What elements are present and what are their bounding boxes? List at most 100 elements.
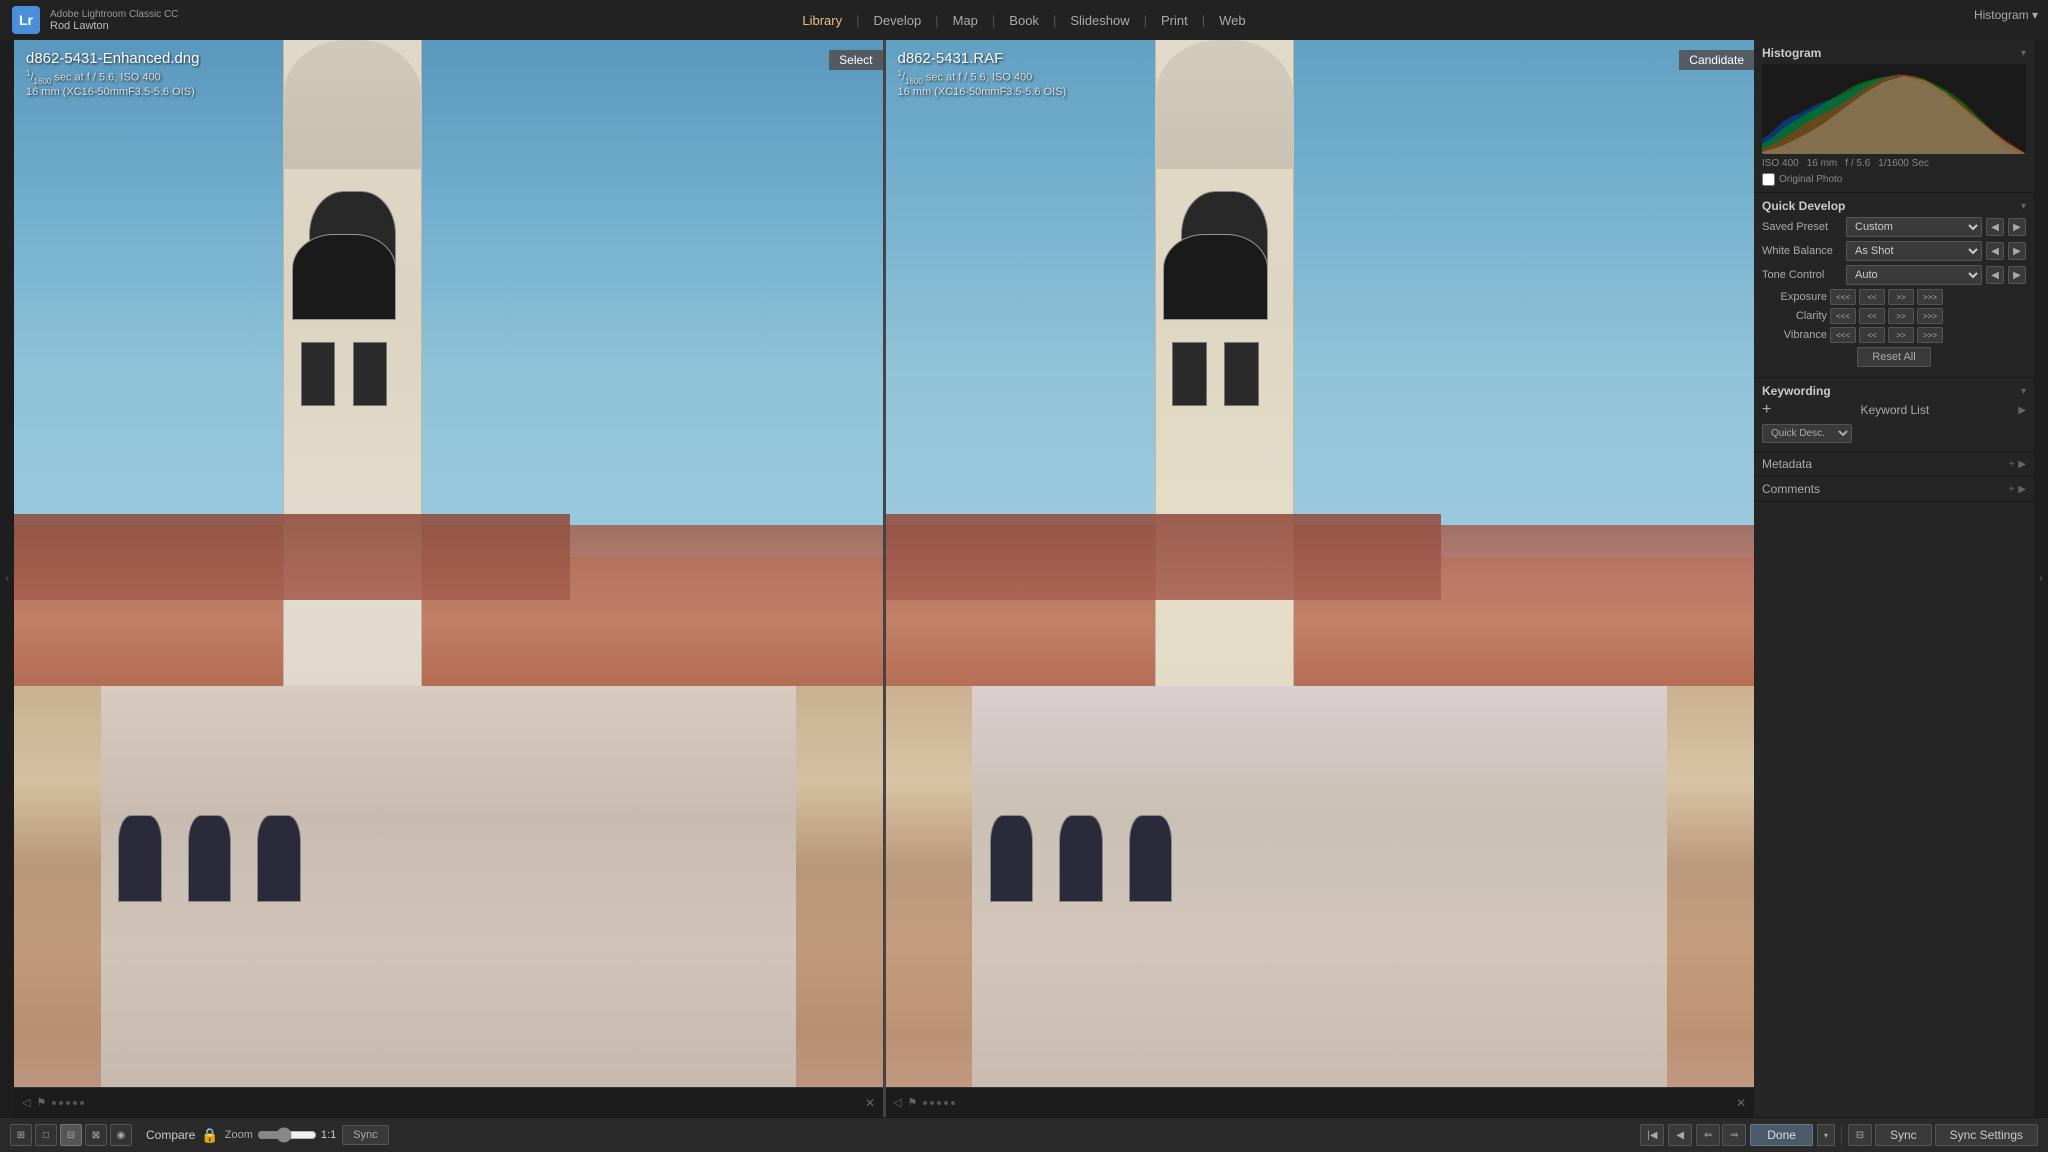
tone-control-select[interactable]: Auto <box>1846 265 1982 285</box>
clarity-increase-small[interactable]: >> <box>1888 308 1914 324</box>
metadata-arrow: ▶ <box>2018 459 2026 470</box>
right-strip-left-arrow[interactable]: ◁ <box>893 1096 901 1109</box>
right-photo-meta: 1/1600 sec at f / 5.6, ISO 400 <box>898 69 1067 86</box>
sync-panel-controls: ⊟ Sync Sync Settings <box>1848 1124 2038 1146</box>
left-panel-close[interactable]: ✕ <box>865 1096 875 1110</box>
right-panel-close[interactable]: ✕ <box>1736 1096 1746 1110</box>
left-strip-left-arrow[interactable]: ◁ <box>22 1096 30 1109</box>
left-filmstrip-bar: ◁ ⚑ ✕ <box>14 1087 883 1117</box>
quick-develop-header[interactable]: Quick Develop ▾ <box>1762 199 2026 213</box>
hist-shutter: 1/1600 Sec <box>1878 158 1929 169</box>
right-photo-label: d862-5431.RAF 1/1600 sec at f / 5.6, ISO… <box>898 50 1067 98</box>
vibrance-increase-small[interactable]: >> <box>1888 327 1914 343</box>
nav-book[interactable]: Book <box>995 9 1053 32</box>
histogram-meta: ISO 400 16 mm f / 5.6 1/1600 Sec <box>1762 158 2026 169</box>
sync-panel-icon[interactable]: ⊟ <box>1848 1124 1872 1146</box>
zoom-slider[interactable] <box>257 1127 317 1143</box>
vibrance-increase-large[interactable]: >>> <box>1917 327 1943 343</box>
vibrance-label: Vibrance <box>1762 329 1827 341</box>
vibrance-decrease-large[interactable]: <<< <box>1830 327 1856 343</box>
saved-preset-next[interactable]: ▶ <box>2008 218 2026 236</box>
left-panel-collapse[interactable]: ‹ <box>0 40 14 1117</box>
main-layout: ‹ <box>0 40 2048 1117</box>
clarity-decrease-large[interactable]: <<< <box>1830 308 1856 324</box>
swap-left-button[interactable]: ⇐ <box>1696 1124 1720 1146</box>
white-balance-row: White Balance As Shot ◀ ▶ <box>1762 241 2026 261</box>
right-photo-filename: d862-5431.RAF <box>898 50 1067 67</box>
metadata-row[interactable]: Metadata + ▶ <box>1754 452 2034 477</box>
zoom-label: Zoom <box>225 1129 253 1141</box>
quick-develop-section: Quick Develop ▾ Saved Preset Custom ◀ ▶ … <box>1754 193 2034 378</box>
view-mode-buttons: ⊞ □ ⊟ ⊠ ◉ <box>10 1124 132 1146</box>
original-photo-checkbox[interactable] <box>1762 173 1775 186</box>
comments-toggle: + <box>2008 484 2014 495</box>
exposure-decrease-small[interactable]: << <box>1859 289 1885 305</box>
keyword-list-row: + Keyword List ▶ <box>1762 402 2026 418</box>
comments-row[interactable]: Comments + ▶ <box>1754 477 2034 502</box>
hist-focal: 16 mm <box>1807 158 1838 169</box>
sync-panel-button[interactable]: Sync <box>1875 1124 1932 1146</box>
comments-arrow: ▶ <box>2018 484 2026 495</box>
exposure-increase-small[interactable]: >> <box>1888 289 1914 305</box>
clarity-increase-large[interactable]: >>> <box>1917 308 1943 324</box>
prev-button[interactable]: ◀ <box>1668 1124 1692 1146</box>
right-panel-collapse[interactable]: › <box>2034 40 2048 1117</box>
histogram-header[interactable]: Histogram ▾ <box>1762 46 2026 60</box>
nav-slideshow[interactable]: Slideshow <box>1056 9 1143 32</box>
left-photo-meta: 1/1600 sec at f / 5.6, ISO 400 <box>26 69 199 86</box>
done-button[interactable]: Done <box>1750 1124 1813 1146</box>
add-keyword-button[interactable]: + <box>1762 402 1771 418</box>
bottom-toolbar: ⊞ □ ⊟ ⊠ ◉ Compare 🔒 Zoom 1:1 Sync |◀ ◀ ⇐… <box>0 1117 2048 1152</box>
saved-preset-label: Saved Preset <box>1762 221 1842 233</box>
app-title: Adobe Lightroom Classic CC <box>50 9 178 20</box>
exposure-decrease-large[interactable]: <<< <box>1830 289 1856 305</box>
tone-prev[interactable]: ◀ <box>1986 266 2004 284</box>
tone-next[interactable]: ▶ <box>2008 266 2026 284</box>
photo-divider <box>883 40 886 1117</box>
wb-next[interactable]: ▶ <box>2008 242 2026 260</box>
left-photo-panel: d862-5431-Enhanced.dng 1/1600 sec at f /… <box>14 40 883 1117</box>
skip-start-button[interactable]: |◀ <box>1640 1124 1664 1146</box>
left-filmstrip-dots <box>52 1101 84 1105</box>
right-panel: Histogram ▾ ISO 400 <box>1754 40 2034 1117</box>
sync-button[interactable]: Sync <box>342 1125 388 1145</box>
white-balance-label: White Balance <box>1762 245 1842 257</box>
sync-settings-button[interactable]: Sync Settings <box>1935 1124 2038 1146</box>
swap-right-button[interactable]: ⇒ <box>1722 1124 1746 1146</box>
saved-preset-select[interactable]: Custom <box>1846 217 1982 237</box>
metadata-row-right: + ▶ <box>2008 459 2026 470</box>
right-strip-flag[interactable]: ⚑ <box>907 1096 917 1109</box>
nav-web[interactable]: Web <box>1205 9 1260 32</box>
saved-preset-prev[interactable]: ◀ <box>1986 218 2004 236</box>
vibrance-decrease-small[interactable]: << <box>1859 327 1885 343</box>
keywording-header[interactable]: Keywording ▾ <box>1762 384 2026 398</box>
reset-all-button[interactable]: Reset All <box>1857 347 1930 367</box>
nav-map[interactable]: Map <box>939 9 992 32</box>
grid-view-button[interactable]: ⊞ <box>10 1124 32 1146</box>
loupe-view-button[interactable]: □ <box>35 1124 57 1146</box>
exposure-increase-large[interactable]: >>> <box>1917 289 1943 305</box>
compare-view-button[interactable]: ⊟ <box>60 1124 82 1146</box>
survey-view-button[interactable]: ⊠ <box>85 1124 107 1146</box>
keyword-list-arrow: ▶ <box>2018 405 2026 416</box>
nav-develop[interactable]: Develop <box>860 9 936 32</box>
comments-label: Comments <box>1762 482 1820 496</box>
nav-library[interactable]: Library <box>788 9 856 32</box>
people-view-button[interactable]: ◉ <box>110 1124 132 1146</box>
clarity-decrease-small[interactable]: << <box>1859 308 1885 324</box>
tone-control-row: Tone Control Auto ◀ ▶ <box>1762 265 2026 285</box>
wb-prev[interactable]: ◀ <box>1986 242 2004 260</box>
white-balance-select[interactable]: As Shot <box>1846 241 1982 261</box>
quick-desc-select[interactable]: Quick Desc. <box>1762 424 1852 443</box>
right-filmstrip-dots <box>923 1101 955 1105</box>
left-strip-flag[interactable]: ⚑ <box>36 1096 46 1109</box>
done-dropdown[interactable]: ▾ <box>1817 1124 1835 1146</box>
photos-container: d862-5431-Enhanced.dng 1/1600 sec at f /… <box>14 40 1754 1117</box>
nav-print[interactable]: Print <box>1147 9 1202 32</box>
swap-buttons: ⇐ ⇒ <box>1696 1124 1746 1146</box>
right-photo-panel: d862-5431.RAF 1/1600 sec at f / 5.6, ISO… <box>886 40 1755 1117</box>
quick-develop-title: Quick Develop <box>1762 199 1845 213</box>
histogram-toggle-button[interactable]: Histogram ▾ <box>1974 8 2038 22</box>
left-photo-select-badge[interactable]: Select <box>829 50 882 70</box>
compare-lock-button[interactable]: 🔒 <box>201 1127 218 1144</box>
